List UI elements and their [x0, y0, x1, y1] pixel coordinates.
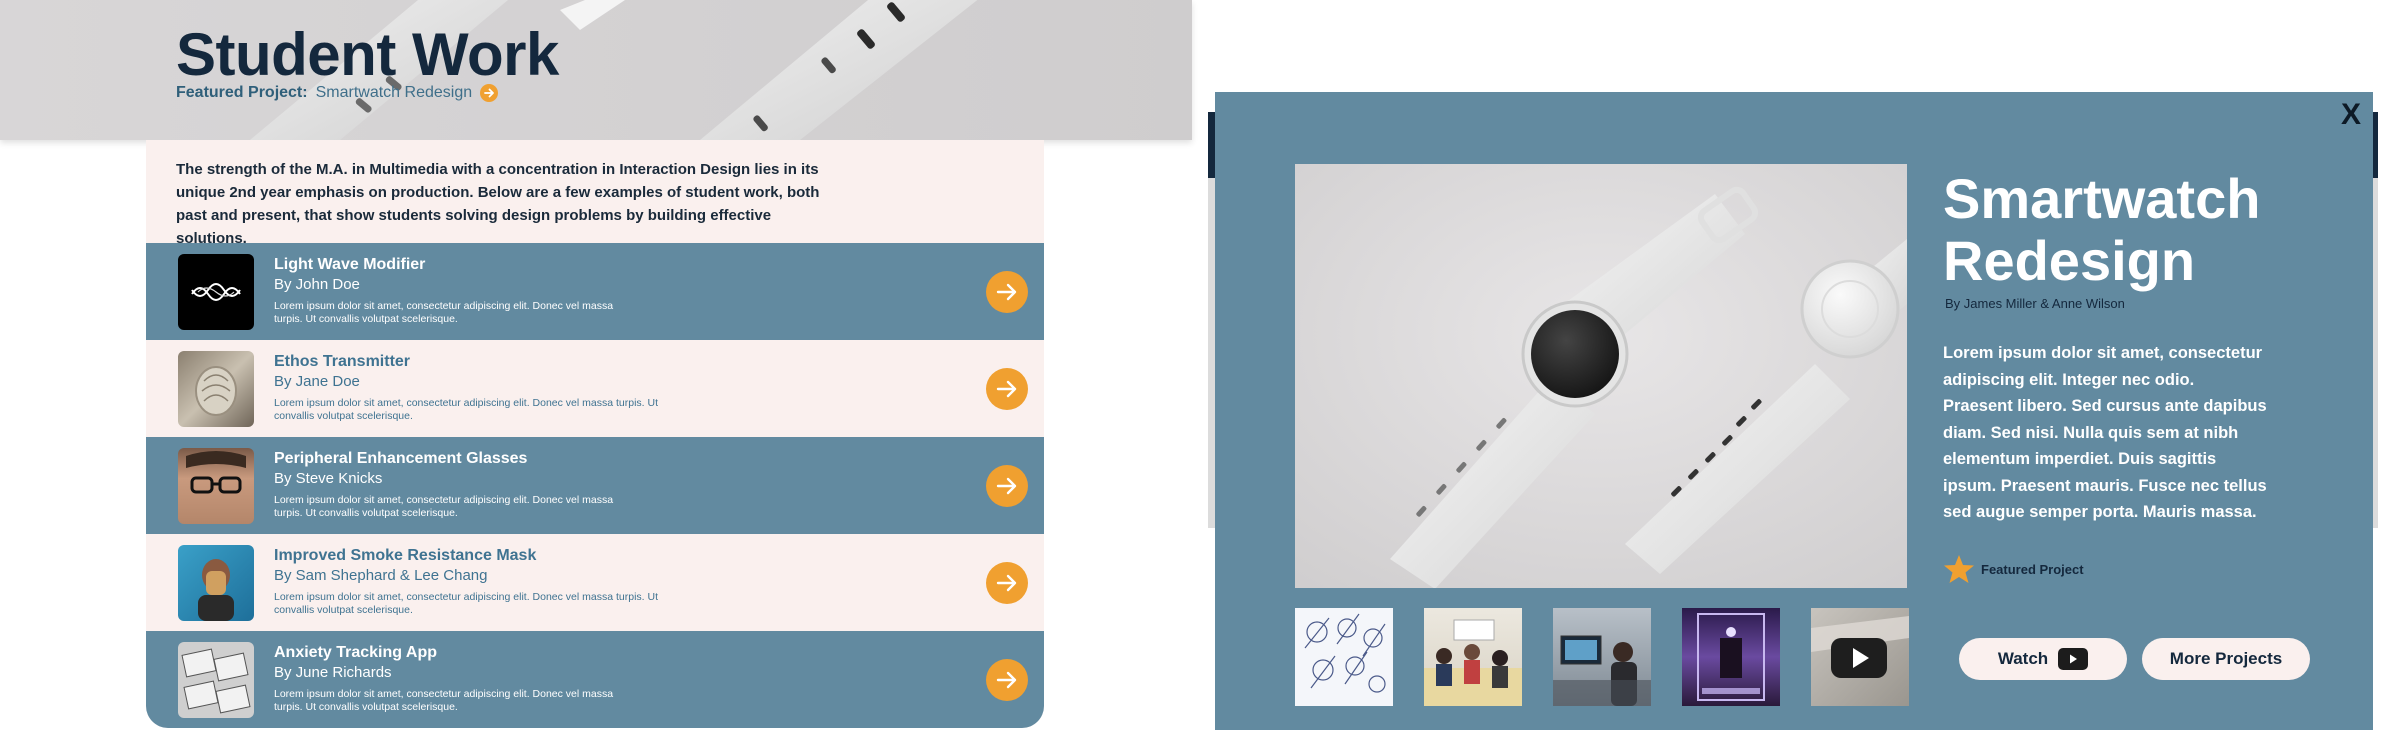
featured-project-link[interactable]: Featured Project: Smartwatch Redesign — [176, 84, 499, 102]
project-title[interactable]: Peripheral Enhancement Glasses — [274, 450, 527, 468]
project-row-light-wave-modifier[interactable]: Light Wave Modifier By John Doe Lorem ip… — [146, 243, 1044, 340]
arrow-right-icon[interactable] — [480, 84, 499, 102]
watch-button-label: Watch — [1997, 649, 2049, 668]
gallery-thumb-designer-at-computer[interactable] — [1553, 608, 1651, 706]
modal-project-title: Smartwatch Redesign — [1943, 167, 2261, 292]
open-project-button[interactable] — [986, 271, 1028, 313]
arrow-right-icon — [996, 477, 1017, 495]
open-project-button[interactable] — [986, 659, 1028, 701]
featured-badge-label: Featured Project — [1981, 561, 2084, 577]
intro-text: The strength of the M.A. in Multimedia w… — [176, 161, 820, 247]
project-thumbnail — [178, 351, 254, 427]
project-thumbnail — [178, 254, 254, 330]
project-detail-modal: X Smartwatch Redesign By James Miller & … — [1215, 92, 2373, 730]
featured-project-badge: Featured Project — [1943, 554, 2084, 584]
project-title[interactable]: Anxiety Tracking App — [274, 644, 437, 662]
arrow-right-icon — [996, 380, 1017, 398]
project-author: By Sam Shephard & Lee Chang — [274, 567, 488, 584]
gallery-thumb-watch-sketches[interactable] — [1295, 608, 1393, 706]
modal-project-description: Lorem ipsum dolor sit amet, consectetur … — [1943, 344, 2267, 521]
open-project-button[interactable] — [986, 368, 1028, 410]
close-button[interactable]: X — [2341, 98, 2361, 132]
project-thumbnail — [178, 448, 254, 524]
gallery-thumb-lab-equipment[interactable] — [1682, 608, 1780, 706]
youtube-icon — [2058, 648, 2089, 670]
project-thumbnail — [178, 545, 254, 621]
modal-project-authors: By James Miller & Anne Wilson — [1945, 296, 2125, 311]
project-description: Lorem ipsum dolor sit amet, consectetur … — [274, 494, 614, 519]
project-description: Lorem ipsum dolor sit amet, consectetur … — [274, 397, 658, 422]
student-work-page: Student Work Featured Project: Smartwatc… — [0, 0, 1192, 742]
page-title: Student Work — [176, 21, 559, 88]
project-description: Lorem ipsum dolor sit amet, consectetur … — [274, 688, 614, 713]
open-project-button[interactable] — [986, 465, 1028, 507]
gallery-thumb-team-meeting[interactable] — [1424, 608, 1522, 706]
project-title[interactable]: Light Wave Modifier — [274, 256, 425, 274]
open-project-button[interactable] — [986, 562, 1028, 604]
arrow-right-icon — [996, 574, 1017, 592]
project-author: By Steve Knicks — [274, 470, 383, 487]
project-row-improved-smoke-resistance-mask[interactable]: Improved Smoke Resistance Mask By Sam Sh… — [146, 534, 1044, 631]
project-author: By John Doe — [274, 276, 360, 293]
arrow-right-icon — [996, 671, 1017, 689]
project-description: Lorem ipsum dolor sit amet, consectetur … — [274, 300, 614, 325]
watch-button[interactable]: Watch — [1959, 638, 2127, 680]
more-projects-button[interactable]: More Projects — [2142, 638, 2310, 680]
project-title[interactable]: Ethos Transmitter — [274, 353, 410, 371]
star-icon — [1944, 555, 1974, 583]
project-title[interactable]: Improved Smoke Resistance Mask — [274, 547, 536, 565]
project-row-anxiety-tracking-app[interactable]: Anxiety Tracking App By June Richards Lo… — [146, 631, 1044, 728]
hero-banner: Student Work Featured Project: Smartwatc… — [0, 0, 1192, 140]
content-panel: The strength of the M.A. in Multimedia w… — [146, 140, 1044, 728]
project-description: Lorem ipsum dolor sit amet, consectetur … — [274, 591, 658, 616]
gallery-thumb-video[interactable] — [1811, 608, 1909, 706]
project-row-ethos-transmitter[interactable]: Ethos Transmitter By Jane Doe Lorem ipsu… — [146, 340, 1044, 437]
project-row-peripheral-enhancement-glasses[interactable]: Peripheral Enhancement Glasses By Steve … — [146, 437, 1044, 534]
project-author: By June Richards — [274, 664, 392, 681]
featured-project-name[interactable]: Smartwatch Redesign — [316, 84, 473, 102]
project-main-image — [1295, 164, 1907, 588]
arrow-right-icon — [996, 283, 1017, 301]
project-author: By Jane Doe — [274, 373, 360, 390]
featured-label: Featured Project: — [176, 84, 308, 101]
project-thumbnail — [178, 642, 254, 718]
more-projects-label: More Projects — [2169, 649, 2283, 668]
